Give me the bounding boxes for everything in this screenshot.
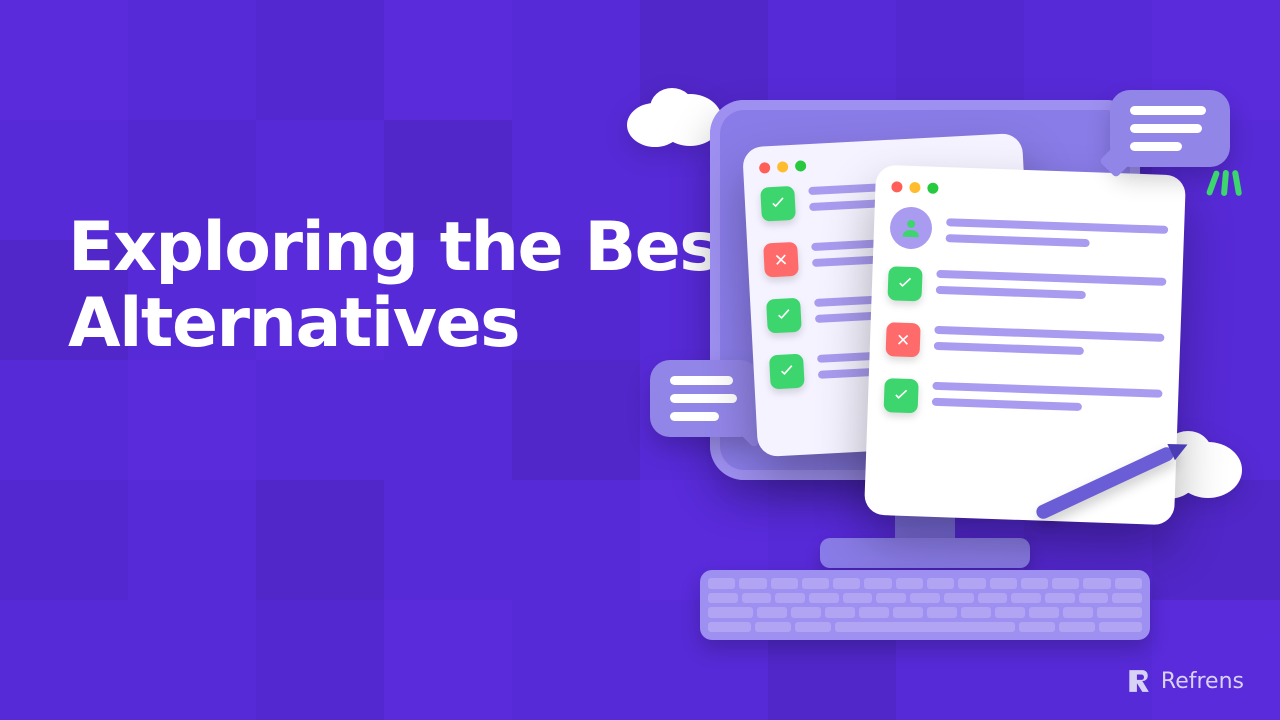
refrens-logo-icon [1125,668,1151,694]
monitor-base [820,538,1030,568]
speech-bubble-icon [1110,90,1230,167]
checkmark-icon [887,266,922,301]
speech-bubble-icon [650,360,760,437]
checkmark-icon [884,378,919,413]
checkmark-icon [769,354,805,390]
window-traffic-lights [891,181,1169,202]
hero-illustration [640,60,1200,620]
brand-logo: Refrens [1125,668,1244,694]
checkmark-icon [766,298,802,334]
brand-name: Refrens [1161,669,1244,694]
cross-icon [763,242,799,278]
checkmark-icon [760,186,796,222]
cross-icon [886,322,921,357]
keyboard-icon [700,570,1150,640]
user-avatar-icon [889,206,932,249]
accent-marks-icon [1210,170,1240,196]
